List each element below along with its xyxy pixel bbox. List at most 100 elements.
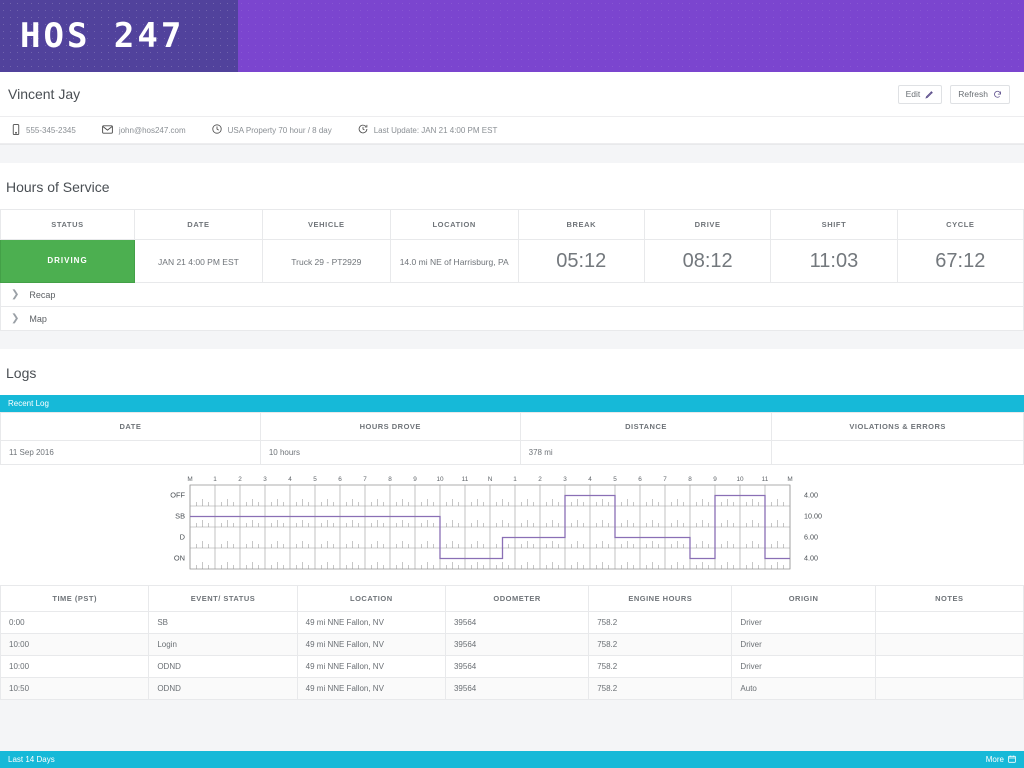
hos-vehicle-cell: Truck 29 - PT2929 — [262, 240, 390, 283]
svg-text:10: 10 — [736, 476, 744, 483]
envelope-icon — [102, 125, 113, 136]
svg-text:5: 5 — [313, 476, 317, 483]
contact-email: john@hos247.com — [102, 125, 186, 136]
hos-location-cell: 14.0 mi NE of Harrisburg, PA — [390, 240, 518, 283]
hos-col-date: DATE — [135, 210, 263, 240]
table-row[interactable]: 10:50ODND49 mi NNE Fallon, NV39564758.2A… — [1, 678, 1024, 700]
svg-text:2: 2 — [238, 476, 242, 483]
hos-data-row: DRIVING JAN 21 4:00 PM EST Truck 29 - PT… — [1, 240, 1024, 283]
ev-time-cell: 10:00 — [1, 656, 149, 678]
svg-text:4: 4 — [588, 476, 592, 483]
ev-col-time: TIME (PST) — [1, 586, 149, 612]
hos-header-row: STATUS DATE VEHICLE LOCATION BREAK DRIVE… — [1, 210, 1024, 240]
hos-date-cell: JAN 21 4:00 PM EST — [135, 240, 263, 283]
ev-event-cell: SB — [149, 612, 297, 634]
svg-text:3: 3 — [563, 476, 567, 483]
ev-time-cell: 10:00 — [1, 634, 149, 656]
accordion-map[interactable]: ❯ Map — [0, 307, 1024, 331]
svg-text:11: 11 — [762, 476, 769, 483]
duty-status-graph: M1234567891011N1234567891011MOFF4.00SB10… — [0, 465, 1024, 585]
ev-event-cell: ODND — [149, 678, 297, 700]
ev-time-cell: 0:00 — [1, 612, 149, 634]
hos-col-drive: DRIVE — [644, 210, 770, 240]
logs-section: Logs Recent Log DATE HOURS DROVE DISTANC… — [0, 349, 1024, 700]
phone-icon — [12, 124, 20, 137]
log-date-cell: 11 Sep 2016 — [1, 441, 261, 465]
recent-log-table: DATE HOURS DROVE DISTANCE VIOLATIONS & E… — [0, 412, 1024, 465]
recent-log-label: Recent Log — [8, 399, 49, 408]
status-badge-label: DRIVING — [1, 240, 134, 282]
log-col-date: DATE — [1, 413, 261, 441]
log-col-violations: VIOLATIONS & ERRORS — [772, 413, 1024, 441]
section-gap-1 — [0, 145, 1024, 163]
last-14-days-label: Last 14 Days — [8, 755, 55, 764]
ev-location-cell: 49 mi NNE Fallon, NV — [297, 678, 445, 700]
ev-odometer-cell: 39564 — [445, 634, 588, 656]
calendar-icon — [1008, 755, 1016, 765]
driver-name: Vincent Jay — [6, 86, 80, 102]
hos-drive-value: 08:12 — [683, 250, 733, 272]
hos-col-break: BREAK — [518, 210, 644, 240]
edit-button[interactable]: Edit — [898, 85, 943, 104]
app-page: HOS 247 Vincent Jay Edit Refresh — [0, 0, 1024, 768]
svg-text:2: 2 — [538, 476, 542, 483]
brand-logo-text: HOS 247 — [20, 16, 184, 56]
recent-log-header-row: DATE HOURS DROVE DISTANCE VIOLATIONS & E… — [1, 413, 1024, 441]
recent-log-row[interactable]: 11 Sep 2016 10 hours 378 mi — [1, 441, 1024, 465]
hos-col-status: STATUS — [1, 210, 135, 240]
svg-text:10: 10 — [436, 476, 444, 483]
hos-col-vehicle: VEHICLE — [262, 210, 390, 240]
svg-text:7: 7 — [663, 476, 667, 483]
events-header-row: TIME (PST) EVENT/ STATUS LOCATION ODOMET… — [1, 586, 1024, 612]
ev-engine-hours-cell: 758.2 — [589, 612, 732, 634]
status-badge[interactable]: DRIVING — [1, 240, 135, 283]
ev-odometer-cell: 39564 — [445, 678, 588, 700]
svg-text:10.00: 10.00 — [804, 512, 822, 521]
chevron-right-icon: ❯ — [11, 314, 19, 324]
history-icon — [358, 124, 368, 136]
events-table: TIME (PST) EVENT/ STATUS LOCATION ODOMET… — [0, 585, 1024, 700]
contact-phone: 555-345-2345 — [12, 124, 76, 137]
ev-location-cell: 49 mi NNE Fallon, NV — [297, 656, 445, 678]
svg-text:4.00: 4.00 — [804, 491, 818, 500]
more-button[interactable]: More — [986, 755, 1016, 765]
clock-icon — [212, 124, 222, 136]
accordion-recap[interactable]: ❯ Recap — [0, 283, 1024, 307]
logs-title: Logs — [0, 349, 1024, 395]
table-row[interactable]: 10:00ODND49 mi NNE Fallon, NV39564758.2D… — [1, 656, 1024, 678]
svg-text:6: 6 — [638, 476, 642, 483]
svg-text:OFF: OFF — [170, 491, 185, 500]
contact-email-text: john@hos247.com — [119, 126, 186, 135]
svg-text:ON: ON — [174, 554, 185, 563]
svg-text:4: 4 — [288, 476, 292, 483]
refresh-icon — [993, 90, 1002, 99]
ev-odometer-cell: 39564 — [445, 612, 588, 634]
ev-col-location: LOCATION — [297, 586, 445, 612]
pencil-icon — [925, 90, 934, 99]
ev-odometer-cell: 39564 — [445, 656, 588, 678]
ev-location-cell: 49 mi NNE Fallon, NV — [297, 634, 445, 656]
hos-col-cycle: CYCLE — [897, 210, 1023, 240]
driver-actions: Edit Refresh — [898, 85, 1010, 104]
refresh-button[interactable]: Refresh — [950, 85, 1010, 104]
events-body: 0:00SB49 mi NNE Fallon, NV39564758.2Driv… — [1, 612, 1024, 700]
edit-button-label: Edit — [906, 90, 921, 99]
hours-of-service-section: Hours of Service STATUS DATE VEHICLE LOC… — [0, 163, 1024, 331]
svg-text:9: 9 — [413, 476, 417, 483]
hours-of-service-title: Hours of Service — [0, 163, 1024, 209]
last-14-days-bar[interactable]: Last 14 Days More — [0, 751, 1024, 768]
duty-status-graph-svg: M1234567891011N1234567891011MOFF4.00SB10… — [162, 471, 862, 581]
log-col-hours-drove: HOURS DROVE — [260, 413, 520, 441]
svg-text:8: 8 — [688, 476, 692, 483]
section-gap-2 — [0, 331, 1024, 349]
hos-break-cell: 05:12 — [518, 240, 644, 283]
recent-log-bar: Recent Log — [0, 395, 1024, 412]
svg-text:9: 9 — [713, 476, 717, 483]
brand-logo[interactable]: HOS 247 — [0, 0, 238, 72]
ev-event-cell: Login — [149, 634, 297, 656]
table-row[interactable]: 10:00Login49 mi NNE Fallon, NV39564758.2… — [1, 634, 1024, 656]
table-row[interactable]: 0:00SB49 mi NNE Fallon, NV39564758.2Driv… — [1, 612, 1024, 634]
hos-drive-cell: 08:12 — [644, 240, 770, 283]
accordion-map-label: Map — [29, 314, 47, 324]
svg-text:5: 5 — [613, 476, 617, 483]
